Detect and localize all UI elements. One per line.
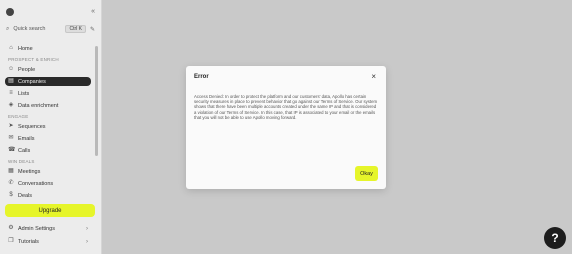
section-label-engage: Engage: [8, 114, 29, 119]
enrich-icon: ◈: [8, 102, 14, 108]
okay-button[interactable]: Okay: [355, 166, 378, 181]
sidebar-item-emails[interactable]: ✉ Emails: [5, 134, 91, 143]
sidebar-item-label: Admin Settings: [18, 225, 55, 232]
sidebar-item-lists[interactable]: ≡ Lists: [5, 89, 91, 98]
sidebar-item-deals[interactable]: $ Deals: [5, 191, 91, 200]
shortcut-badge: Ctrl K: [65, 25, 86, 33]
sidebar-item-calls[interactable]: ☎ Calls: [5, 146, 91, 155]
sidebar-item-data-enrichment[interactable]: ◈ Data enrichment: [5, 101, 91, 110]
sidebar-item-label: Tutorials: [18, 238, 39, 245]
search-icon: ⌕: [6, 25, 10, 32]
list-icon: ≡: [9, 90, 13, 96]
chevron-right-icon: ›: [86, 238, 88, 245]
sidebar-item-conversations[interactable]: ✆ Conversations: [5, 179, 91, 188]
sidebar-item-label: Conversations: [18, 180, 54, 187]
quick-search-label: Quick search: [13, 26, 46, 32]
chevron-right-icon: ›: [86, 225, 88, 232]
close-icon[interactable]: ×: [371, 72, 376, 81]
sidebar-item-label: Home: [18, 45, 33, 52]
building-icon: ▤: [8, 78, 14, 84]
sidebar: « ⌕ Quick search Ctrl K ✎ ⌂ Home Prospec…: [0, 0, 102, 254]
book-icon: ❐: [8, 238, 14, 244]
sidebar-item-label: People: [18, 66, 36, 73]
sidebar-item-people[interactable]: ☺ People: [5, 65, 91, 74]
sidebar-item-label: Meetings: [18, 168, 41, 175]
sidebar-scrollbar[interactable]: [95, 46, 98, 156]
dollar-icon: $: [9, 192, 13, 198]
sidebar-item-admin-settings[interactable]: ⚙ Admin Settings ›: [5, 224, 91, 233]
sidebar-item-label: Deals: [18, 192, 33, 199]
dialog-title: Error: [194, 74, 209, 80]
sidebar-item-home[interactable]: ⌂ Home: [5, 44, 91, 53]
mail-icon: ✉: [8, 135, 14, 141]
sparkle-icon[interactable]: ✎: [90, 26, 95, 33]
send-icon: ➤: [8, 123, 14, 129]
gear-icon: ⚙: [8, 225, 14, 231]
sidebar-item-label: Companies: [18, 78, 46, 85]
collapse-sidebar-icon[interactable]: «: [91, 8, 95, 16]
error-dialog: Error × Access Denied: In order to prote…: [186, 66, 386, 189]
section-label-prospect: Prospect & enrich: [8, 57, 59, 62]
sidebar-item-label: Sequences: [18, 123, 46, 130]
help-button[interactable]: ?: [544, 227, 566, 249]
sidebar-item-tutorials[interactable]: ❐ Tutorials ›: [5, 237, 91, 246]
sidebar-item-label: Lists: [18, 90, 30, 97]
chat-icon: ✆: [8, 180, 14, 186]
sidebar-header: «: [6, 7, 95, 17]
sidebar-item-label: Emails: [18, 135, 35, 142]
home-icon: ⌂: [9, 45, 13, 51]
people-icon: ☺: [8, 66, 15, 72]
section-label-win: Win deals: [8, 159, 35, 164]
sidebar-item-label: Data enrichment: [18, 102, 59, 109]
upgrade-button[interactable]: Upgrade: [5, 204, 95, 217]
sidebar-item-companies[interactable]: ▤ Companies: [5, 77, 91, 86]
sidebar-item-sequences[interactable]: ➤ Sequences: [5, 122, 91, 131]
phone-icon: ☎: [8, 147, 16, 153]
calendar-icon: ▦: [8, 168, 14, 174]
sidebar-item-meetings[interactable]: ▦ Meetings: [5, 167, 91, 176]
sidebar-item-label: Calls: [18, 147, 31, 154]
logo-icon[interactable]: [6, 8, 14, 16]
dialog-message: Access Denied: In order to protect the p…: [194, 94, 378, 120]
quick-search[interactable]: ⌕ Quick search Ctrl K ✎: [6, 24, 95, 34]
